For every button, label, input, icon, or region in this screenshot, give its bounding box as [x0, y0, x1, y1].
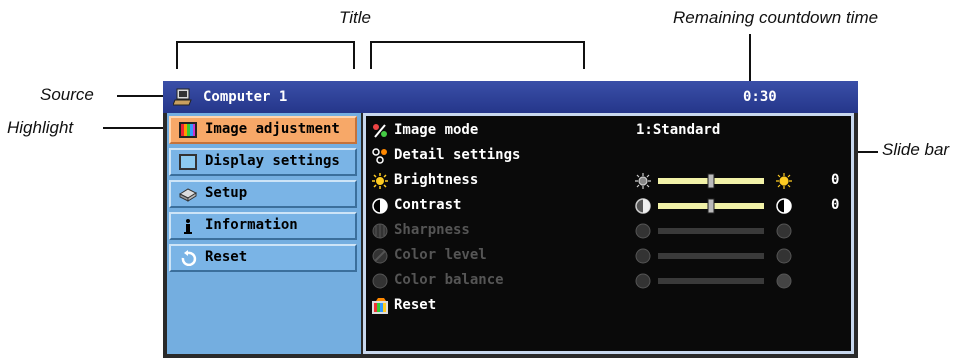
row-label: Image mode	[394, 122, 479, 138]
menu-item-color-balance: Color balance	[366, 269, 851, 293]
color-level-icon	[372, 248, 388, 264]
contrast-slider[interactable]	[634, 197, 794, 215]
callout-source: Source	[40, 85, 94, 104]
display-settings-icon	[179, 154, 197, 170]
detail-settings-icon	[372, 148, 387, 164]
tab-label: Setup	[205, 185, 248, 201]
image-mode-icon	[373, 124, 387, 138]
brightness-slider[interactable]	[634, 172, 794, 190]
color-level-slider	[635, 248, 792, 264]
menu-item-image-mode[interactable]: Image mode 1:Standard	[366, 119, 851, 143]
computer-source-icon	[173, 88, 192, 106]
source-name: Computer 1	[203, 89, 288, 105]
countdown-timer: 0:30	[743, 89, 777, 105]
contrast-value: 0	[831, 197, 840, 213]
osd-menu-window: Computer 1 0:30 Image adjustment Display…	[163, 81, 858, 358]
title-bracket-right-r	[583, 41, 585, 69]
callout-remaining-time: Remaining countdown time	[673, 8, 879, 27]
row-label: Contrast	[394, 197, 462, 213]
menu-item-sharpness: Sharpness	[366, 219, 851, 243]
tab-information[interactable]: Information	[169, 212, 357, 240]
sharpness-icon	[372, 223, 388, 239]
tab-setup[interactable]: Setup	[169, 180, 357, 208]
title-bracket-left-r	[353, 41, 355, 69]
title-bracket-left-top	[176, 41, 355, 43]
color-balance-icon	[372, 273, 388, 289]
menu-item-reset[interactable]: Reset	[366, 294, 851, 318]
contrast-icon	[372, 198, 388, 214]
title-bracket-right-l	[370, 41, 372, 69]
row-label: Detail settings	[394, 147, 521, 163]
row-label: Sharpness	[394, 222, 470, 238]
settings-panel: Image mode 1:Standard Detail settings Br…	[363, 113, 854, 354]
sharpness-slider	[635, 223, 792, 239]
row-label: Brightness	[394, 172, 479, 188]
tab-label: Display settings	[205, 153, 340, 169]
tab-display-settings[interactable]: Display settings	[169, 148, 357, 176]
tab-label: Reset	[205, 249, 248, 265]
setup-icon	[179, 188, 197, 202]
image-adjustment-icon	[179, 122, 197, 138]
color-balance-slider	[635, 273, 792, 289]
menu-item-detail-settings[interactable]: Detail settings	[366, 144, 851, 168]
menu-item-color-level: Color level	[366, 244, 851, 268]
title-bracket-left-l	[176, 41, 178, 69]
reset-icon	[372, 298, 388, 314]
tab-image-adjustment[interactable]: Image adjustment	[169, 116, 357, 144]
tab-label: Information	[205, 217, 298, 233]
brightness-icon	[372, 173, 388, 189]
image-mode-value: 1:Standard	[636, 122, 721, 138]
tab-label: Image adjustment	[205, 121, 340, 137]
callout-highlight: Highlight	[7, 118, 74, 137]
row-label: Color balance	[394, 272, 504, 288]
callout-title: Title	[339, 8, 371, 27]
title-bracket-right-top	[370, 41, 585, 43]
row-label: Color level	[394, 247, 487, 263]
menu-sidebar: Image adjustment Display settings Setup	[167, 113, 361, 354]
callout-slide-bar: Slide bar	[882, 140, 950, 159]
menu-item-brightness[interactable]: Brightness 0	[366, 169, 851, 193]
reset-icon	[181, 250, 197, 266]
brightness-value: 0	[831, 172, 840, 188]
row-label: Reset	[394, 297, 437, 313]
tab-reset[interactable]: Reset	[169, 244, 357, 272]
information-icon	[184, 219, 192, 234]
menu-item-contrast[interactable]: Contrast 0	[366, 194, 851, 218]
title-bar: Computer 1 0:30	[163, 81, 858, 113]
